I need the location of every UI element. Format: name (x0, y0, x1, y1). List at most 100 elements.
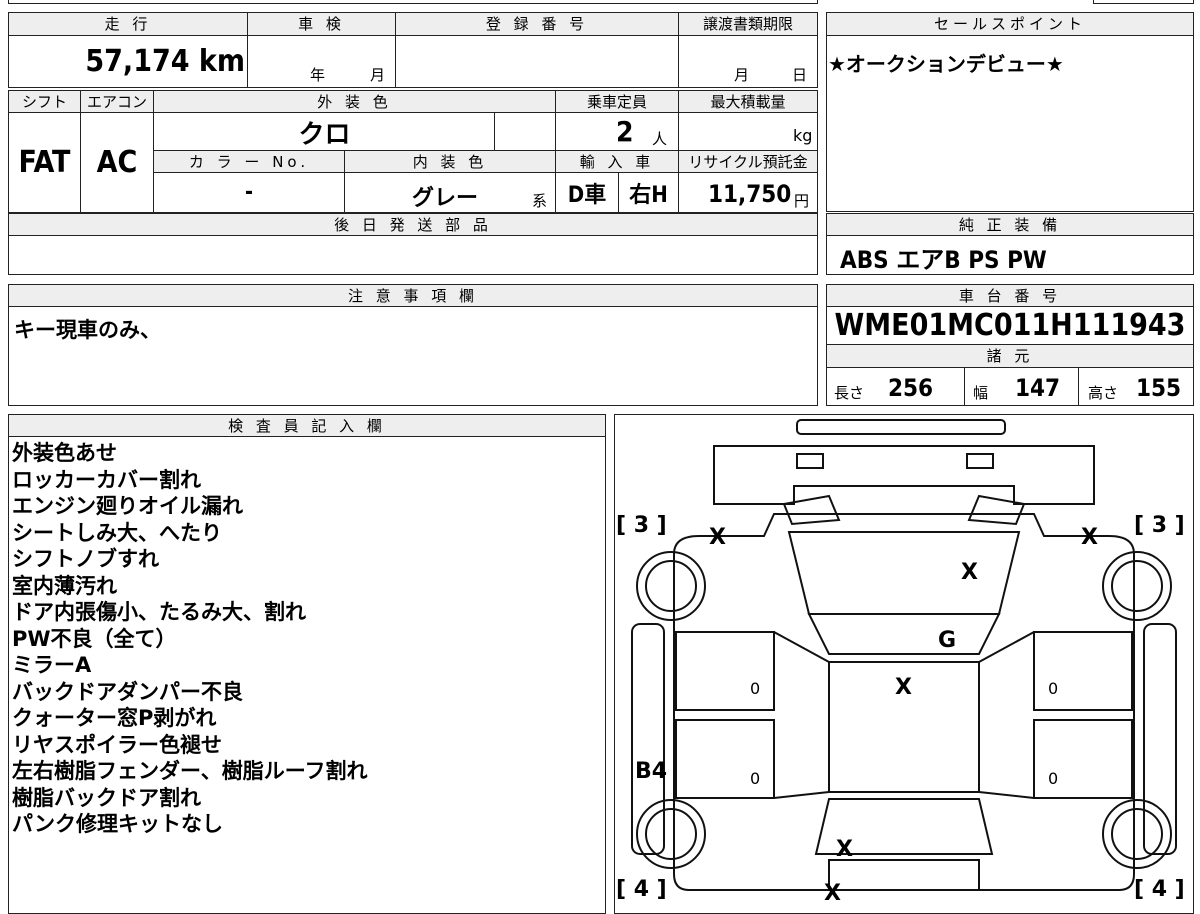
left-front-door (675, 631, 775, 711)
mark-hood: X (961, 560, 978, 585)
front-section (713, 445, 1095, 505)
list-item: バックドアダンパー不良 (12, 679, 243, 704)
wheel-rear-right (1102, 799, 1172, 869)
import-d: D車 (556, 173, 619, 212)
transfer-month: 月 (734, 66, 750, 84)
list-item: 樹脂バックドア割れ (12, 785, 201, 810)
transfer-day: 日 (792, 66, 808, 84)
mark-roof: X (895, 675, 912, 700)
exterior-label: 外 装 色 (154, 91, 556, 113)
mark-front-left: X (709, 525, 726, 550)
sales-label: セールスポイント (827, 13, 1193, 36)
car-diagram: [ 3 ] [ 3 ] [ 4 ] [ 4 ] X X X G X X X B4… (616, 419, 1185, 900)
mark-bottom: X (824, 881, 841, 900)
later-parts-label: 後 日 発 送 部 品 (9, 214, 817, 236)
list-item: 外装色あせ (12, 441, 117, 465)
list-item: クォーター窓P剥がれ (12, 706, 217, 730)
exterior-value: クロ (298, 119, 351, 150)
list-item: パンク修理キットなし (12, 812, 224, 836)
tire-front-left: [ 3 ] (616, 513, 667, 538)
wheel-front-left (636, 551, 706, 621)
height-value: 155 (1136, 374, 1182, 402)
wheel-front-right (1102, 551, 1172, 621)
inspection-month: 月 (370, 66, 386, 84)
inspector-list: 外装色あせ ロッカーカバー割れ エンジン廻りオイル漏れ シートしみ大、へたり シ… (12, 440, 368, 838)
mileage-unit: km (198, 44, 245, 79)
body-outline (673, 513, 1135, 891)
mileage-label: 走 行 (9, 13, 248, 36)
notes-label: 注 意 事 項 欄 (9, 285, 817, 307)
list-item: シフトノブすれ (12, 547, 159, 571)
capacity-value: 2 (616, 115, 634, 148)
list-item: ドア内張傷小、たるみ大、割れ (12, 600, 306, 624)
recycle-label: リサイクル預託金 (679, 151, 817, 173)
shift-value: FAT (9, 113, 81, 212)
transfer-label: 譲渡書類期限 (679, 13, 817, 36)
sales-text: ★オークションデビュー★ (828, 52, 1064, 76)
inspector-label: 検 査 員 記 入 欄 (9, 415, 605, 437)
width-value: 147 (1015, 374, 1061, 402)
front-bumper (796, 419, 1006, 435)
interior-suffix: 系 (532, 192, 548, 210)
ac-label: エアコン (81, 91, 154, 113)
interior-label: 内 装 色 (345, 151, 556, 173)
equipment-label: 純 正 装 備 (827, 214, 1193, 236)
list-item: シートしみ大、へたり (12, 520, 222, 545)
registration-label: 登 録 番 号 (396, 13, 679, 36)
list-item: 左右樹脂フェンダー、樹脂ルーフ割れ (12, 759, 368, 783)
chassis-label: 車 台 番 号 (827, 285, 1193, 307)
height-label: 高さ (1088, 384, 1119, 402)
sales-box (826, 12, 1194, 212)
list-item: 室内薄汚れ (12, 573, 117, 598)
mark-rear: X (836, 837, 853, 862)
registration-cell (396, 36, 679, 87)
list-item: PW不良（全て） (12, 626, 177, 651)
tire-rear-left: [ 4 ] (616, 877, 667, 900)
vehicle-info-table: 走 行 車 検 登 録 番 号 譲渡書類期限 57,174 km 年 月 月 日… (0, 0, 820, 280)
mark-left-side: B4 (635, 759, 667, 784)
capacity-unit: 人 (652, 130, 668, 148)
hood (787, 531, 1021, 615)
windshield (807, 613, 1001, 655)
spec-label: 諸 元 (827, 345, 1193, 368)
top-right-strip (1093, 0, 1194, 4)
mark-front-right: X (1081, 525, 1098, 550)
mileage-value: 57,174 km (9, 44, 245, 79)
door-mark: 0 (1048, 679, 1058, 698)
chassis-number: WME01MC011H111943 (827, 307, 1193, 345)
list-item: ロッカーカバー割れ (12, 467, 201, 492)
inspection-label: 車 検 (248, 13, 396, 36)
tire-rear-right: [ 4 ] (1134, 877, 1185, 900)
door-mark: 0 (750, 679, 760, 698)
equipment-text: ABS エアB PS PW (840, 246, 1047, 274)
length-value: 256 (888, 374, 934, 402)
load-label: 最大積載量 (679, 91, 817, 113)
ac-value: AC (81, 113, 154, 212)
top-strip (8, 0, 818, 4)
mark-windshield: G (938, 628, 956, 653)
mileage-number: 57,174 (85, 44, 190, 79)
import-steer: 右H (619, 173, 679, 212)
color-no-label: カ ラ ー No. (154, 151, 345, 173)
recycle-value: 11,750 (708, 180, 792, 208)
notes-text: キー現車のみ、 (14, 318, 161, 342)
list-item: エンジン廻りオイル漏れ (12, 494, 243, 518)
color-no-value: - (154, 173, 345, 212)
inspection-year: 年 (310, 66, 326, 84)
recycle-unit: 円 (794, 192, 810, 210)
shift-label: シフト (9, 91, 81, 113)
length-label: 長さ (834, 384, 865, 402)
capacity-label: 乗車定員 (556, 91, 679, 113)
list-item: リヤスポイラー色褪せ (12, 732, 222, 757)
door-mark: 0 (1048, 769, 1058, 788)
load-unit: kg (793, 126, 813, 145)
width-label: 幅 (973, 384, 989, 402)
tire-front-right: [ 3 ] (1134, 513, 1185, 538)
interior-value: グレー (412, 186, 479, 211)
import-label: 輸 入 車 (556, 151, 679, 173)
wheel-rear-left (636, 799, 706, 869)
exterior-extra-cell (495, 113, 556, 151)
door-mark: 0 (750, 769, 760, 788)
right-front-door (1033, 631, 1133, 711)
list-item: ミラーA (12, 653, 92, 677)
